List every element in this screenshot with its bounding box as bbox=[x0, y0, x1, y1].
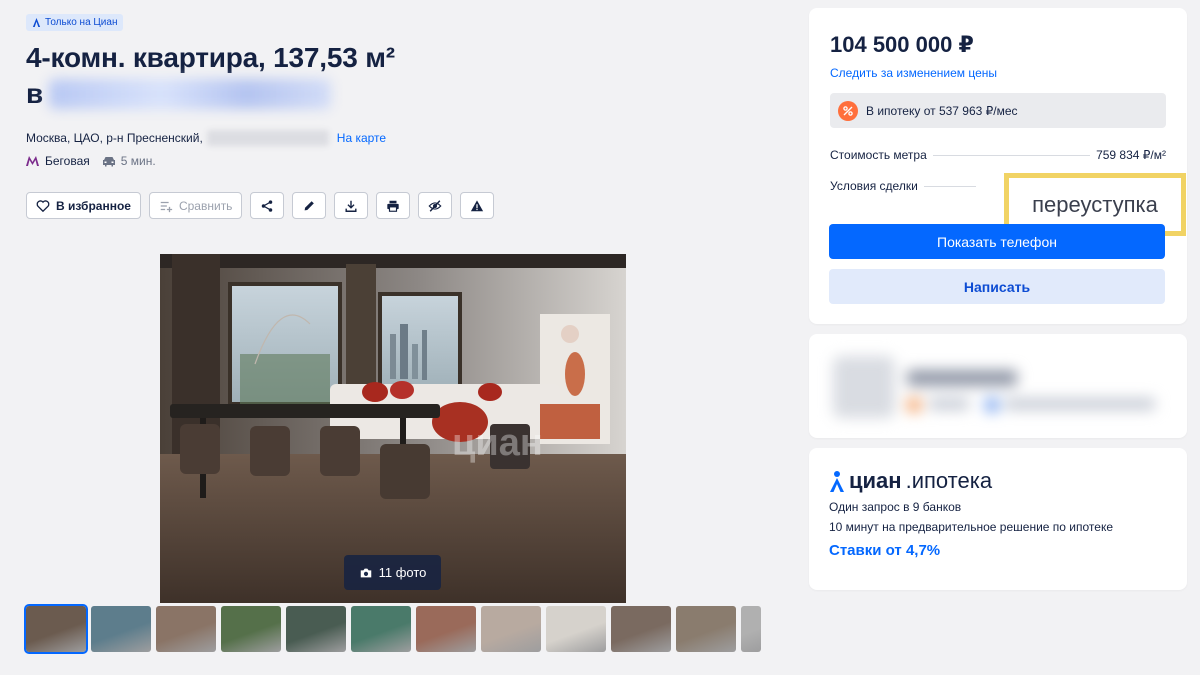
action-toolbar: В избранное Сравнить bbox=[26, 192, 786, 219]
photo-thumbnail[interactable] bbox=[91, 606, 151, 652]
compare-button[interactable]: Сравнить bbox=[148, 192, 243, 219]
deal-terms-value: переуступка bbox=[1032, 191, 1158, 217]
camera-icon bbox=[360, 568, 371, 577]
share-button[interactable] bbox=[250, 192, 285, 219]
photo-thumbnail[interactable] bbox=[24, 604, 88, 654]
rates-link[interactable]: Ставки от 4,7% bbox=[829, 542, 1167, 559]
cian-logo-icon bbox=[830, 471, 844, 492]
blurred-street bbox=[206, 130, 329, 146]
title-line-2-prefix: в bbox=[26, 78, 44, 109]
photo-thumbnail[interactable] bbox=[416, 606, 476, 652]
photo-thumbnail[interactable] bbox=[156, 606, 216, 652]
mortgage-offer[interactable]: В ипотеку от 537 963 ₽/мес bbox=[830, 93, 1166, 128]
brand-name: циан bbox=[849, 468, 902, 493]
ipoteka-line-1: Один запрос в 9 банков bbox=[829, 500, 962, 514]
hide-listing-button[interactable] bbox=[418, 192, 453, 219]
listing-title: 4-комн. квартира, 137,53 м² в bbox=[26, 40, 786, 112]
photo-thumbnail[interactable] bbox=[676, 606, 736, 652]
metro-time: 5 мин. bbox=[102, 154, 156, 168]
thumbnail-strip bbox=[24, 604, 761, 654]
price-per-meter-value: 759 834 ₽/м² bbox=[1096, 148, 1166, 162]
warning-icon bbox=[471, 199, 484, 211]
mortgage-percent-icon bbox=[838, 100, 858, 121]
heart-icon bbox=[36, 199, 50, 212]
agent-card-blurred[interactable] bbox=[809, 334, 1187, 438]
ipoteka-line-2: 10 минут на предварительное решение по и… bbox=[829, 520, 1113, 534]
share-icon bbox=[262, 199, 273, 212]
car-icon bbox=[102, 156, 115, 166]
photo-thumbnail[interactable] bbox=[286, 606, 346, 652]
cian-ipoteka-logo: циан .ипотека bbox=[829, 468, 1167, 494]
photo-thumbnail[interactable] bbox=[741, 606, 761, 652]
compare-label: Сравнить bbox=[178, 198, 233, 213]
photo-thumbnail[interactable] bbox=[351, 606, 411, 652]
metro-station[interactable]: Беговая bbox=[45, 154, 90, 168]
photo-thumbnail[interactable] bbox=[546, 606, 606, 652]
download-button[interactable] bbox=[334, 192, 369, 219]
photo-thumbnail[interactable] bbox=[611, 606, 671, 652]
listing-header: Только на Циан 4-комн. квартира, 137,53 … bbox=[26, 14, 786, 219]
address-text: Москва, ЦАО, р-н Пресненский, bbox=[26, 131, 203, 145]
blurred-complex-name[interactable] bbox=[49, 79, 332, 109]
blurred-agent-content bbox=[809, 334, 1187, 438]
deal-terms-label: Условия сделки bbox=[830, 179, 918, 193]
show-phone-button[interactable]: Показать телефон bbox=[829, 224, 1165, 259]
watch-price-link[interactable]: Следить за изменением цены bbox=[830, 66, 1166, 80]
metro-icon bbox=[26, 156, 39, 166]
cian-ipoteka-card: циан .ипотека Один запрос в 9 банков 10 м… bbox=[809, 448, 1187, 590]
eye-off-icon bbox=[428, 199, 442, 212]
address-row: Москва, ЦАО, р-н Пресненский, На карте bbox=[26, 130, 786, 146]
photo-thumbnail[interactable] bbox=[221, 606, 281, 652]
watermark: циан bbox=[452, 422, 543, 464]
title-line-1: 4-комн. квартира, 137,53 м² bbox=[26, 42, 395, 73]
metro-row: Беговая 5 мин. bbox=[26, 154, 786, 168]
edit-note-button[interactable] bbox=[292, 192, 327, 219]
product-name: .ипотека bbox=[905, 468, 993, 493]
print-button[interactable] bbox=[376, 192, 411, 219]
compare-icon bbox=[160, 201, 173, 212]
cian-logo-icon bbox=[32, 18, 41, 27]
mortgage-text: В ипотеку от 537 963 ₽/мес bbox=[866, 103, 1018, 118]
main-photo[interactable]: циан 11 фото bbox=[160, 254, 626, 603]
metro-time-value: 5 мин. bbox=[120, 154, 156, 168]
download-icon bbox=[345, 200, 357, 212]
price: 104 500 000 ₽ bbox=[830, 32, 974, 57]
photo-count-button[interactable]: 11 фото bbox=[344, 555, 441, 590]
living-room-photo bbox=[160, 254, 626, 603]
badge-label: Только на Циан bbox=[45, 17, 118, 28]
map-link[interactable]: На карте bbox=[337, 131, 386, 145]
favorite-label: В избранное bbox=[56, 198, 131, 213]
leader-dots bbox=[923, 186, 976, 187]
write-message-button[interactable]: Написать bbox=[829, 269, 1165, 304]
photo-thumbnail[interactable] bbox=[481, 606, 541, 652]
price-card: 104 500 000 ₽ Следить за изменением цены… bbox=[809, 8, 1187, 324]
favorite-button[interactable]: В избранное bbox=[26, 192, 141, 219]
printer-icon bbox=[387, 200, 400, 212]
cian-exclusive-badge: Только на Циан bbox=[26, 14, 124, 31]
pencil-icon bbox=[305, 200, 315, 210]
report-button[interactable] bbox=[460, 192, 495, 219]
photo-count-label: 11 фото bbox=[378, 565, 427, 580]
leader-dots bbox=[932, 155, 1091, 156]
price-per-meter-label: Стоимость метра bbox=[830, 148, 927, 162]
price-per-meter-row: Стоимость метра 759 834 ₽/м² bbox=[830, 148, 1166, 162]
